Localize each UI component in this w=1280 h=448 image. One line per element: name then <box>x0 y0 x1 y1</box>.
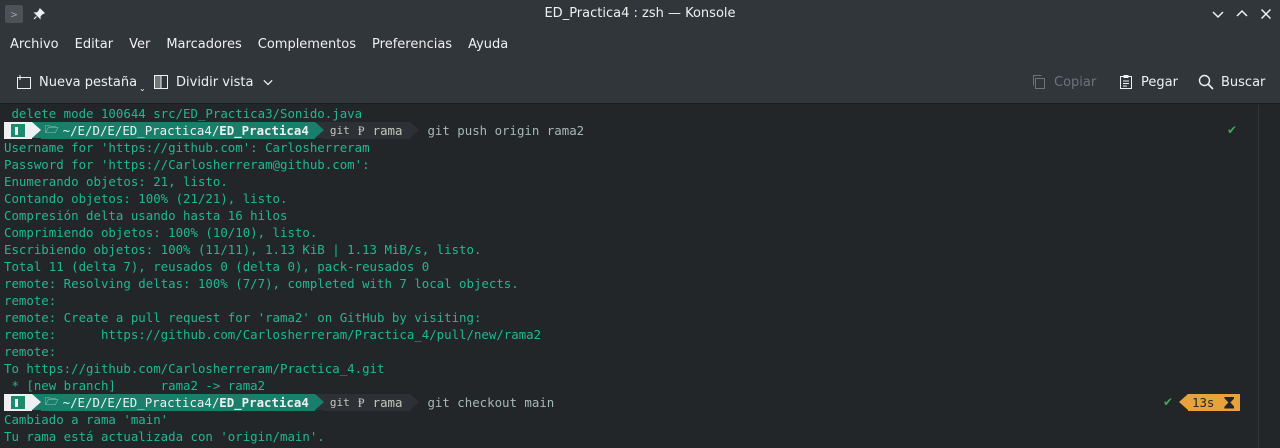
hourglass-icon <box>1224 396 1235 409</box>
success-check-icon: ✔ <box>1227 123 1238 137</box>
copy-button[interactable]: Copiar <box>1031 72 1096 92</box>
terminal-line: Total 11 (delta 7), reusados 0 (delta 0)… <box>4 259 430 274</box>
terminal-line: Escribiendo objetos: 100% (11/11), 1.13 … <box>4 242 482 257</box>
folder-icon: 🗁 <box>45 395 59 408</box>
window-title: ED_Practica4 : zsh — Konsole <box>544 6 736 21</box>
terminal-line: remote: <box>4 293 57 308</box>
search-icon <box>1198 74 1214 90</box>
copy-label: Copiar <box>1054 74 1097 90</box>
close-icon <box>1260 8 1272 20</box>
menu-editar[interactable]: Editar <box>69 37 120 52</box>
split-view-icon <box>154 75 168 89</box>
menu-bar: Archivo Editar Ver Marcadores Complement… <box>0 28 1280 60</box>
directory-segment: 🗁 ~/E/D/E/ED_Practica4/ED_Practica4 <box>41 122 315 139</box>
split-view-button[interactable]: Dividir vista <box>153 72 274 92</box>
menu-ayuda[interactable]: Ayuda <box>462 37 514 52</box>
command-text: git push origin rama2 <box>427 123 585 138</box>
paste-label: Pegar <box>1141 74 1178 90</box>
os-segment <box>4 122 32 139</box>
branch-icon: Ᵽ <box>357 394 365 410</box>
title-bar: > ED_Practica4 : zsh — Konsole <box>0 0 1280 28</box>
terminal-line: Password for 'https://Carlosherreram@git… <box>4 157 370 172</box>
terminal-line: remote: Create a pull request for 'rama2… <box>4 310 482 325</box>
shell-prompt: 🗁 ~/E/D/E/ED_Practica4/ED_Practica4 git … <box>4 394 554 411</box>
dir-current: ED_Practica4 <box>219 395 309 410</box>
menu-preferencias[interactable]: Preferencias <box>366 37 458 52</box>
manjaro-logo-icon <box>11 124 25 137</box>
chevron-down-icon <box>1212 11 1224 19</box>
command-text: git checkout main <box>427 395 555 410</box>
dropdown-caret-icon: ⌄ <box>139 83 146 93</box>
new-tab-label: Nueva pestaña <box>39 74 138 90</box>
terminal-line: Comprimiendo objetos: 100% (10/10), list… <box>4 225 318 240</box>
copy-icon <box>1033 75 1045 89</box>
menu-archivo[interactable]: Archivo <box>4 37 65 52</box>
terminal-line: remote: https://github.com/Carlosherrera… <box>4 327 542 342</box>
search-button[interactable]: Buscar <box>1198 72 1265 92</box>
dir-prefix: ~/E/D/E/ED_Practica4/ <box>62 123 220 138</box>
git-label: git <box>329 396 350 409</box>
branch-name: rama <box>372 123 403 138</box>
folder-icon: 🗁 <box>45 123 59 136</box>
terminal-line: Compresión delta usando hasta 16 hilos <box>4 208 288 223</box>
new-tab-button[interactable]: Nueva pestaña ⌄ <box>16 72 146 93</box>
terminal-line: To https://github.com/Carlosherreram/Pra… <box>4 361 385 376</box>
branch-icon: Ᵽ <box>357 122 365 138</box>
manjaro-logo-icon <box>11 396 25 409</box>
search-label: Buscar <box>1221 74 1266 90</box>
minimize-button[interactable] <box>1208 4 1228 24</box>
paste-icon <box>1120 75 1132 89</box>
new-tab-icon <box>17 75 31 89</box>
terminal-view[interactable]: delete mode 100644 src/ED_Practica3/Soni… <box>0 105 1258 448</box>
terminal-line: Enumerando objetos: 21, listo. <box>4 174 228 189</box>
duration-segment: 13s <box>1179 394 1241 411</box>
dir-prefix: ~/E/D/E/ED_Practica4/ <box>62 395 220 410</box>
menu-complementos[interactable]: Complementos <box>252 37 362 52</box>
toolbar: Nueva pestaña ⌄ Dividir vista Copiar Peg… <box>0 60 1280 104</box>
maximize-button[interactable] <box>1232 4 1252 24</box>
terminal-line: remote: Resolving deltas: 100% (7/7), co… <box>4 276 519 291</box>
close-button[interactable] <box>1256 4 1276 24</box>
menu-marcadores[interactable]: Marcadores <box>160 37 247 52</box>
terminal-line: Username for 'https://github.com': Carlo… <box>4 140 370 155</box>
success-check-icon: ✔ <box>1163 395 1174 409</box>
shell-prompt: 🗁 ~/E/D/E/ED_Practica4/ED_Practica4 git … <box>4 122 584 139</box>
split-view-label: Dividir vista <box>176 74 254 90</box>
duration-text: 13s <box>1192 395 1215 410</box>
menu-ver[interactable]: Ver <box>123 37 156 52</box>
directory-segment: 🗁 ~/E/D/E/ED_Practica4/ED_Practica4 <box>41 394 315 411</box>
git-segment: git Ᵽ rama <box>323 122 411 139</box>
terminal-line: * [new branch] rama2 -> rama2 <box>4 378 266 393</box>
terminal-line: delete mode 100644 src/ED_Practica3/Soni… <box>4 106 363 121</box>
terminal-scrollbar[interactable] <box>1258 105 1280 448</box>
git-label: git <box>329 124 350 137</box>
git-segment: git Ᵽ rama <box>323 394 411 411</box>
terminal-line: Contando objetos: 100% (21/21), listo. <box>4 191 288 206</box>
os-segment <box>4 394 32 411</box>
terminal-line: remote: <box>4 344 57 359</box>
paste-button[interactable]: Pegar <box>1118 72 1178 92</box>
chevron-up-icon <box>1236 9 1248 17</box>
chevron-down-icon <box>263 79 274 86</box>
branch-name: rama <box>372 395 403 410</box>
terminal-line: Cambiado a rama 'main' <box>4 412 169 427</box>
dir-current: ED_Practica4 <box>219 123 309 138</box>
terminal-line: Tu rama está actualizada con 'origin/mai… <box>4 429 325 444</box>
